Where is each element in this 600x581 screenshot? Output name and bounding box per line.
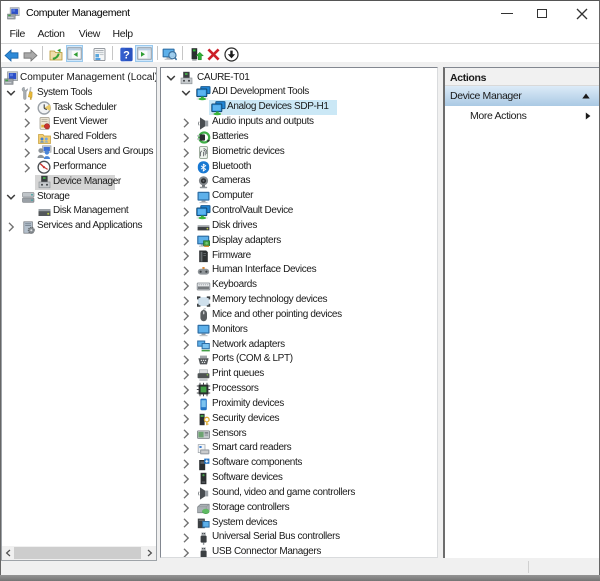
svg-text:?: ? (123, 49, 130, 61)
